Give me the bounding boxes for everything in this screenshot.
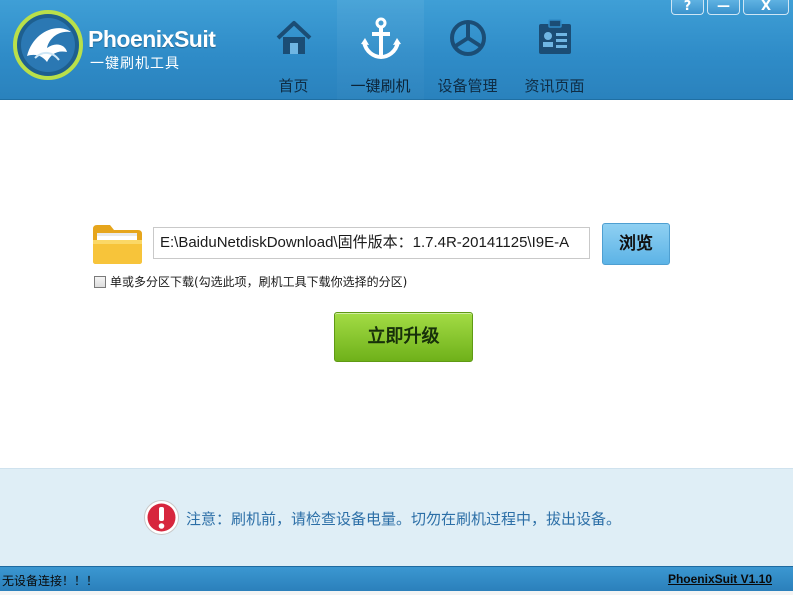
news-icon [533, 16, 577, 60]
phoenixsuit-logo-icon [13, 10, 83, 80]
anchor-icon [359, 16, 403, 60]
version-link[interactable]: PhoenixSuit V1.10 [668, 572, 772, 586]
connection-status: 无设备连接！！！ [2, 574, 99, 588]
firmware-path-input[interactable]: E:\BaiduNetdiskDownload\固件版本：1.7.4R-2014… [153, 227, 590, 259]
folder-icon[interactable] [92, 223, 143, 265]
app-subtitle: 一键刷机工具 [90, 56, 180, 72]
app-title: PhoenixSuit [88, 26, 216, 52]
home-icon [272, 16, 316, 60]
help-button[interactable]: ? [671, 0, 704, 15]
nav-item-flash[interactable]: 一键刷机 [337, 0, 424, 100]
nav-label-flash: 一键刷机 [350, 77, 411, 95]
header-bar: PhoenixSuit 一键刷机工具 首页 一键刷机 设备管理 资讯页面 ? —… [0, 0, 793, 100]
browse-button[interactable]: 浏览 [602, 223, 670, 265]
partition-download-checkbox[interactable] [94, 275, 106, 288]
nav-item-news[interactable]: 资讯页面 [511, 0, 598, 100]
status-bar: 无设备连接！！！ PhoenixSuit V1.10 [0, 566, 793, 591]
notice-text: 注意：刷机前，请检查设备电量。切勿在刷机过程中，拔出设备。 [186, 510, 622, 528]
partition-download-label: 单或多分区下载(勾选此项，刷机工具下载你选择的分区) [110, 275, 408, 289]
partition-download-option: 单或多分区下载(勾选此项，刷机工具下载你选择的分区) [94, 273, 407, 290]
flash-panel: E:\BaiduNetdiskDownload\固件版本：1.7.4R-2014… [0, 101, 793, 468]
bottom-strip [0, 591, 793, 595]
logo-text: PhoenixSuit 一键刷机工具 [88, 26, 216, 73]
warning-icon [143, 499, 180, 536]
nav-item-home[interactable]: 首页 [250, 0, 337, 100]
main-nav: 首页 一键刷机 设备管理 资讯页面 [250, 0, 598, 100]
minimize-button[interactable]: — [707, 0, 740, 15]
notice-area: 注意：刷机前，请检查设备电量。切勿在刷机过程中，拔出设备。 [0, 468, 793, 566]
device-manage-icon [446, 16, 490, 60]
close-button[interactable]: X [743, 0, 789, 15]
nav-item-device-manage[interactable]: 设备管理 [424, 0, 511, 100]
nav-label-home: 首页 [278, 77, 309, 95]
nav-label-device-manage: 设备管理 [437, 77, 498, 95]
upgrade-now-button[interactable]: 立即升级 [334, 312, 473, 362]
window-controls: ? — X [671, 0, 789, 15]
nav-label-news: 资讯页面 [524, 77, 585, 95]
